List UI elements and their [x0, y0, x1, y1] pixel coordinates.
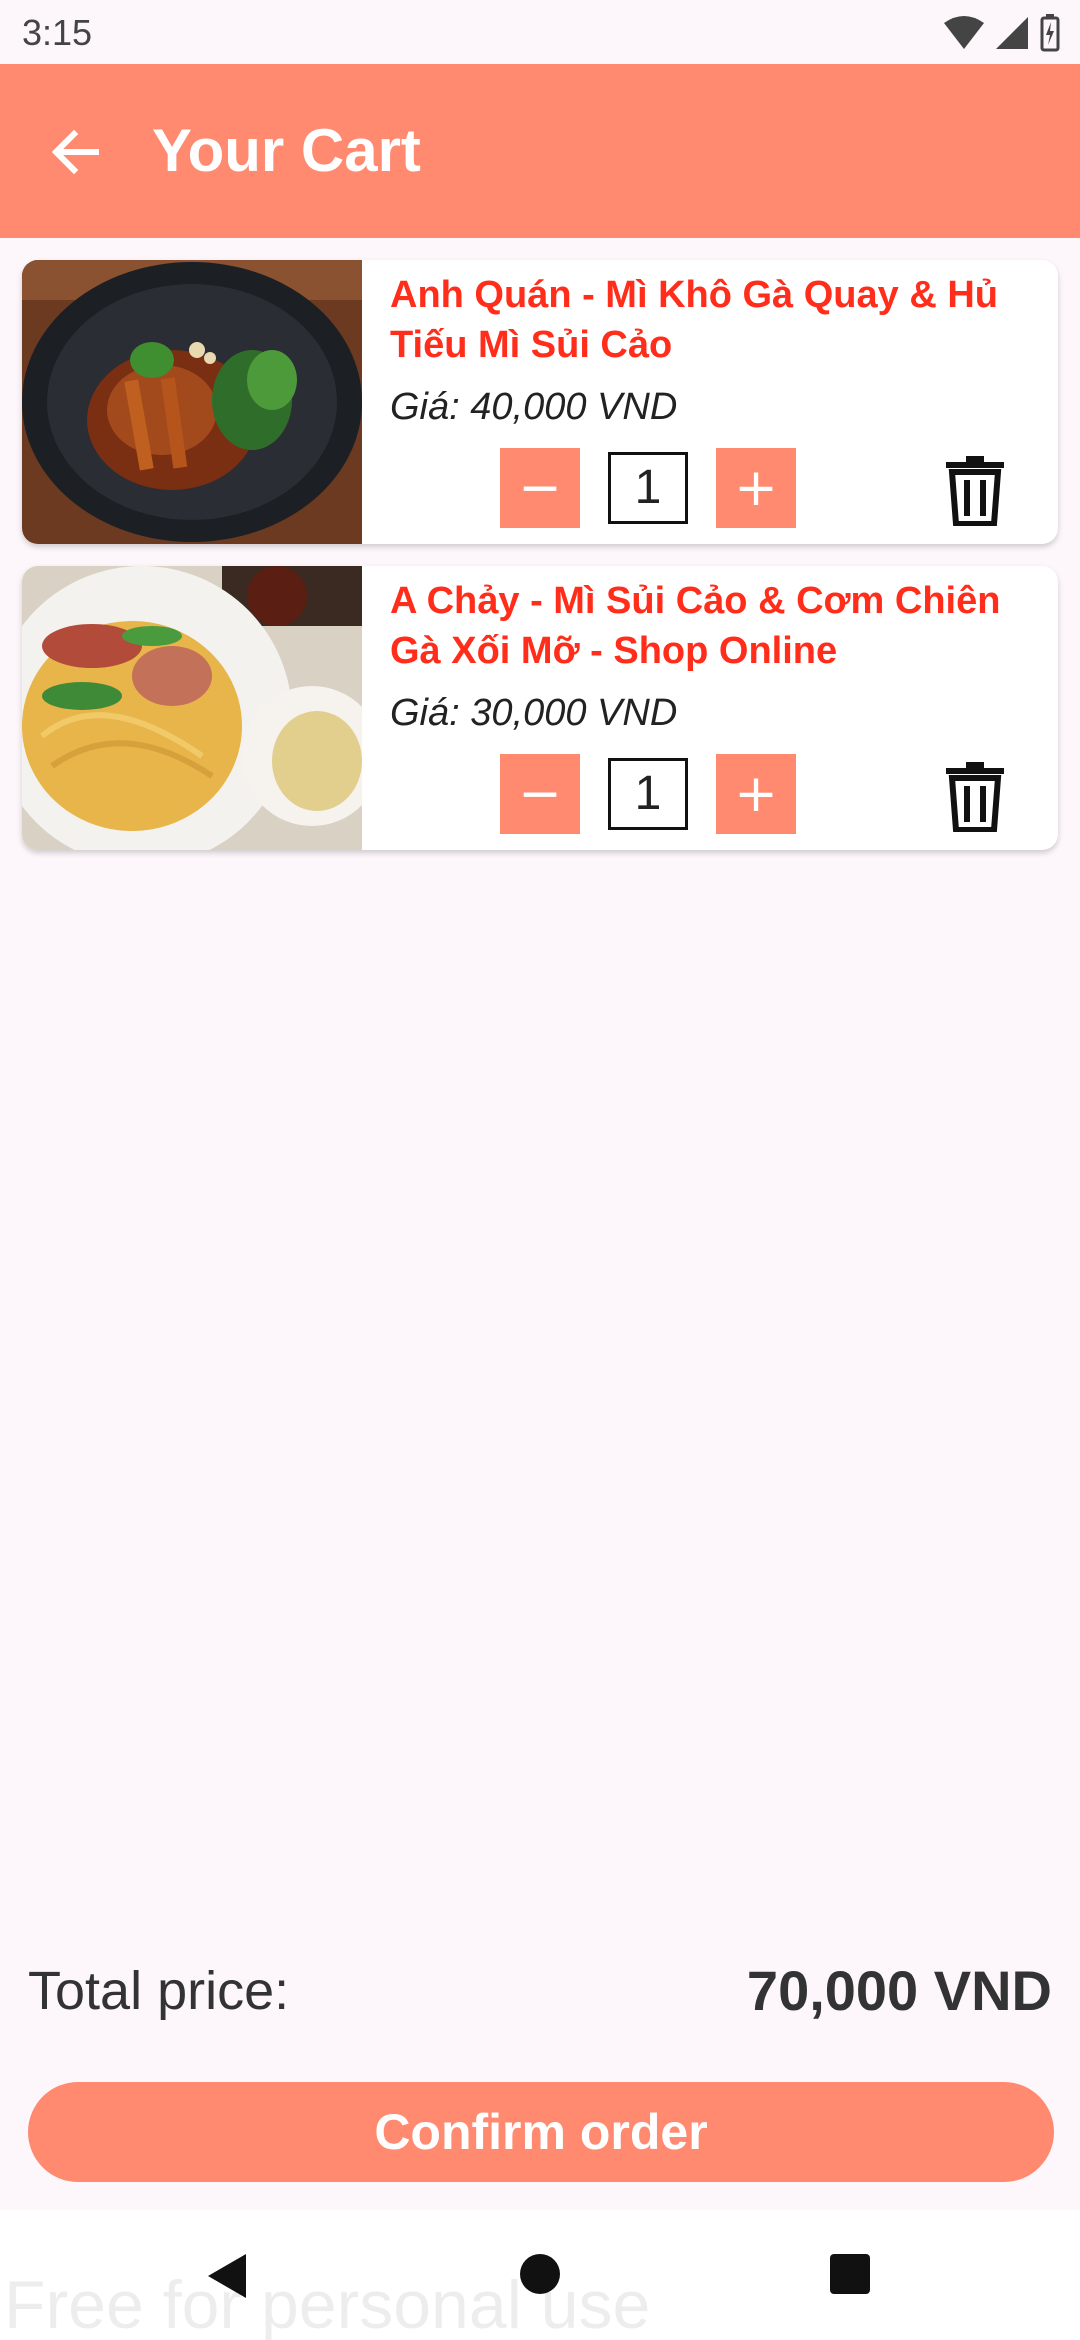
decrease-quantity-button[interactable]: − — [500, 754, 580, 834]
total-price-label: Total price: — [28, 1961, 290, 2021]
status-bar: 3:15 — [0, 0, 1080, 64]
trash-icon[interactable] — [942, 456, 1008, 526]
wifi-icon — [944, 16, 984, 49]
trash-icon[interactable] — [942, 762, 1008, 832]
item-price: Giá: 40,000 VND — [390, 386, 678, 428]
item-price: Giá: 30,000 VND — [390, 692, 678, 734]
app-bar: Your Cart — [0, 64, 1080, 238]
watermark: Free for personal use — [4, 2267, 651, 2340]
item-name: A Chảy - Mì Sủi Cảo & Cơm Chiên Gà Xối M… — [390, 580, 1001, 672]
cart-item: Anh Quán - Mì Khô Gà Quay & Hủ Tiếu Mì S… — [22, 260, 1058, 544]
decrease-quantity-button[interactable]: − — [500, 448, 580, 528]
increase-quantity-button[interactable]: + — [716, 754, 796, 834]
cart-list: Anh Quán - Mì Khô Gà Quay & Hủ Tiếu Mì S… — [22, 260, 1058, 872]
cart-item: A Chảy - Mì Sủi Cảo & Cơm Chiên Gà Xối M… — [22, 566, 1058, 850]
confirm-order-button[interactable]: Confirm order — [28, 2082, 1054, 2182]
cart-screen: 3:15 Your Cart Anh Quán - Mì Khô Gà Quay… — [0, 0, 1080, 2340]
page-title: Your Cart — [152, 117, 421, 184]
quantity-field[interactable]: 1 — [608, 452, 688, 524]
nav-recent-icon[interactable] — [830, 2254, 870, 2294]
increase-quantity-button[interactable]: + — [716, 448, 796, 528]
quantity-field[interactable]: 1 — [608, 758, 688, 830]
cell-signal-icon — [996, 17, 1028, 49]
item-name: Anh Quán - Mì Khô Gà Quay & Hủ Tiếu Mì S… — [390, 274, 998, 366]
arrow-left-icon[interactable] — [46, 122, 106, 182]
wonton-noodle-photo — [22, 566, 362, 850]
battery-charging-icon — [1040, 14, 1060, 52]
total-price-value: 70,000 VND — [746, 1959, 1052, 2022]
status-time: 3:15 — [22, 12, 93, 53]
roast-chicken-noodle-photo — [22, 260, 362, 544]
status-icons — [944, 14, 1060, 52]
